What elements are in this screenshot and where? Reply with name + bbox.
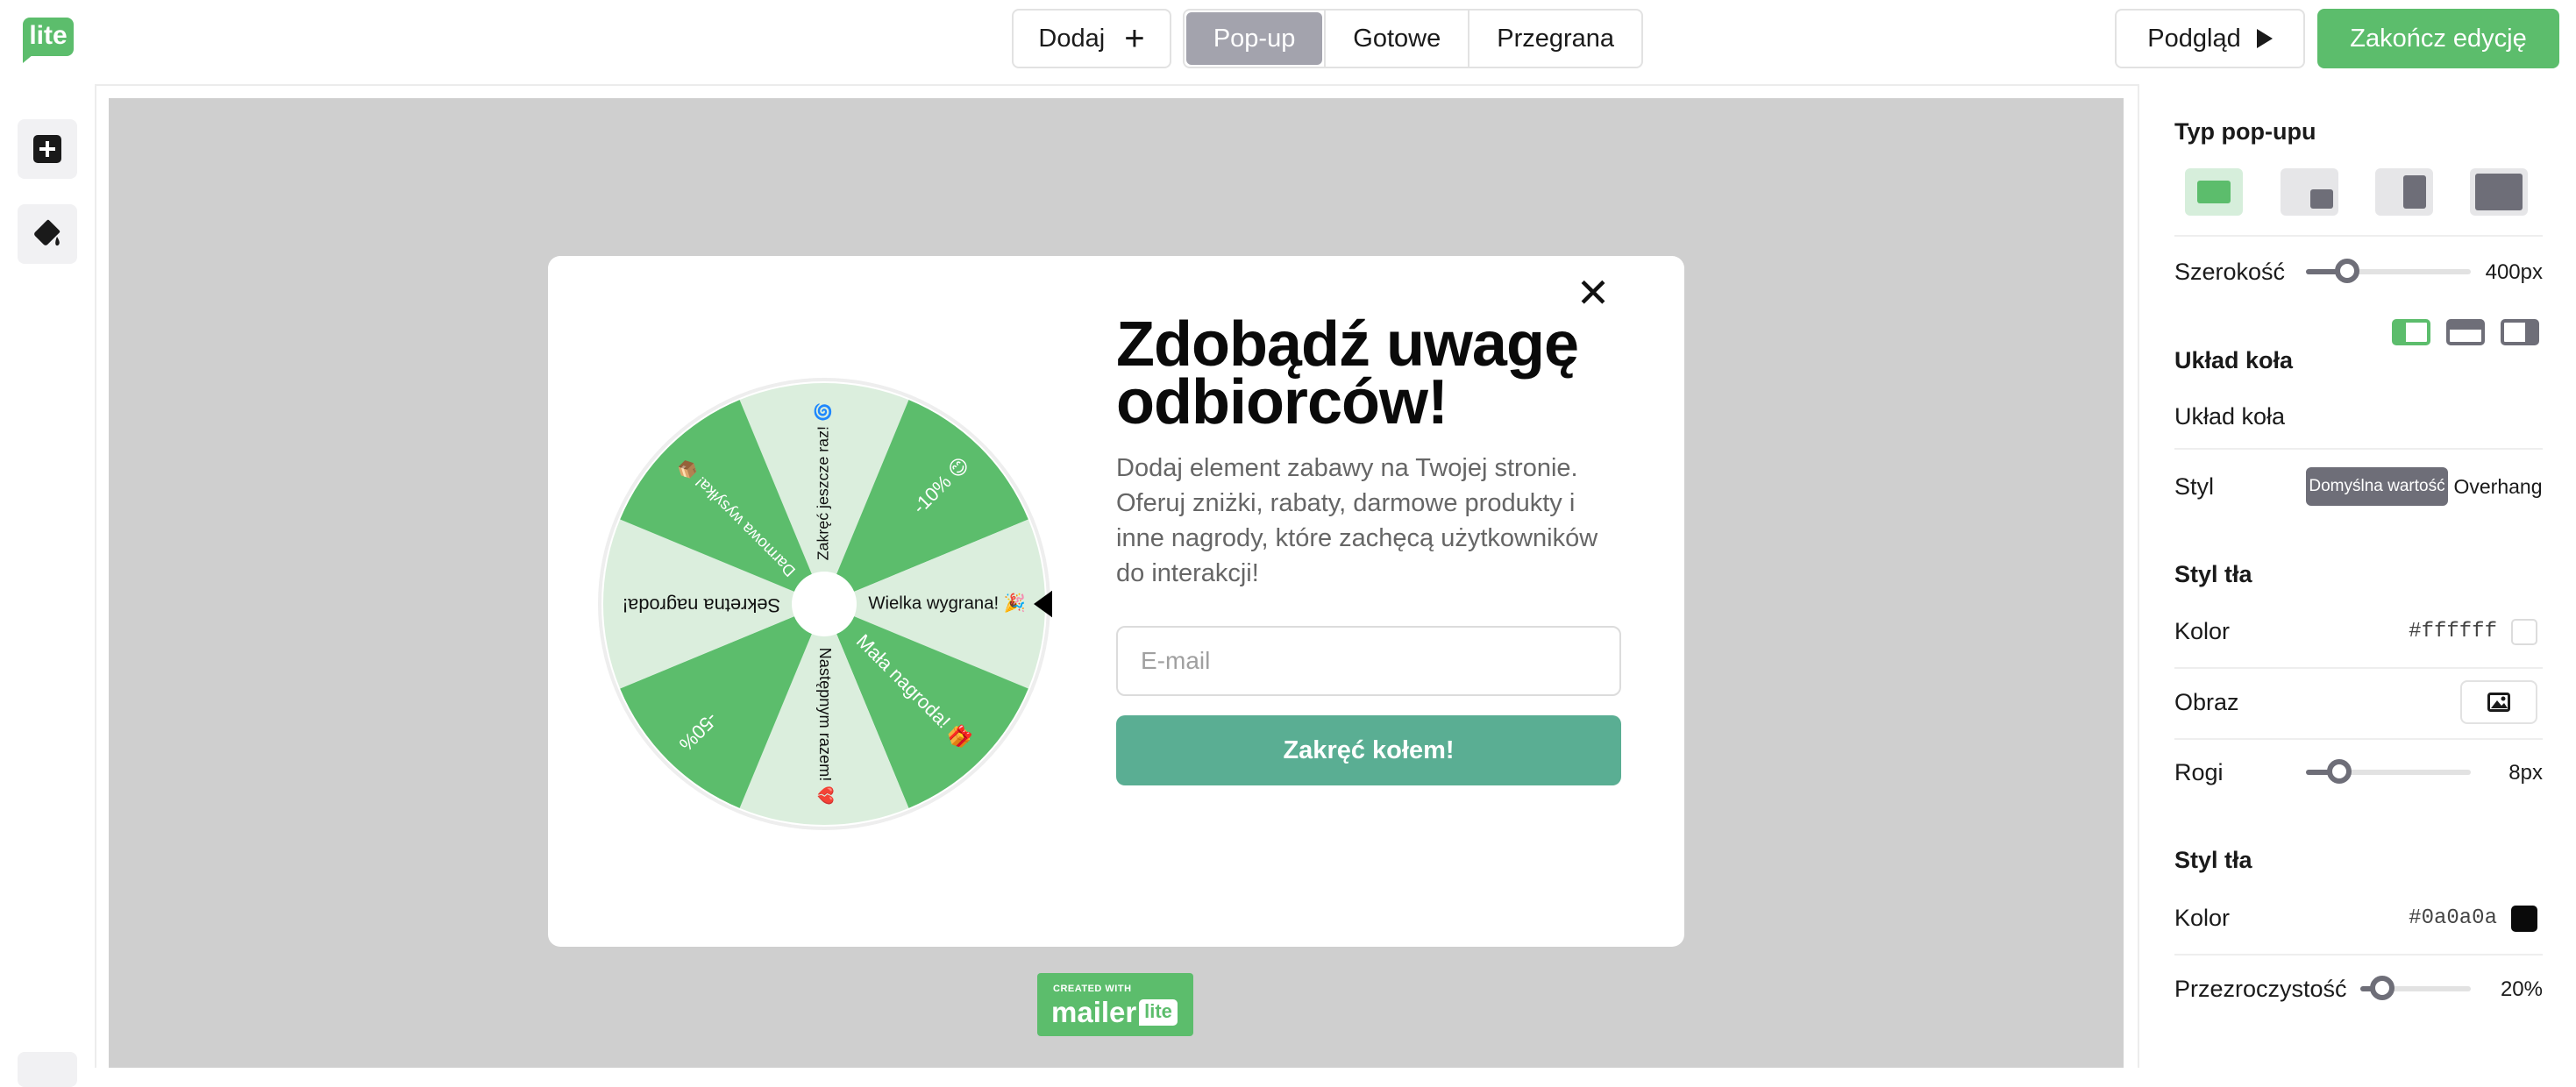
sidebar-bottom-button[interactable] (18, 1052, 77, 1087)
wheel-layout-top-option[interactable] (2446, 319, 2485, 345)
plus-icon: + (1124, 19, 1145, 58)
editor-canvas: ✕ Zakręć jeszcze raz! 🌀 -10% 😊 Wielka wygr… (109, 98, 2124, 1068)
spin-wheel-button[interactable]: Zakręć kołem! (1116, 715, 1621, 785)
plus-square-icon (33, 135, 61, 163)
divider (2174, 954, 2543, 956)
finish-editing-button[interactable]: Zakończ edycję (2317, 9, 2559, 68)
add-button[interactable]: Dodaj + (1012, 9, 1171, 68)
style-segmented-control: Domyślna wartość Overhang (2306, 467, 2548, 506)
opacity-slider-knob[interactable] (2370, 976, 2395, 1000)
popup-description: Dodaj element zabawy na Twojej stronie. … (1116, 454, 1598, 587)
add-button-label: Dodaj (1038, 24, 1106, 53)
popup-preview: ✕ Zakręć jeszcze raz! 🌀 -10% 😊 Wielka wygr… (548, 256, 1684, 947)
style-button[interactable] (18, 204, 77, 264)
style-option-default[interactable]: Domyślna wartość (2306, 467, 2448, 506)
style-label: Styl (2174, 473, 2215, 500)
wheel-layout-right-option[interactable] (2501, 319, 2539, 345)
wheel-segment-label: Następnym razem! 💔 (816, 648, 834, 806)
tab-lost[interactable]: Przegrana (1468, 11, 1641, 67)
overlay-color-value[interactable]: #0a0a0a (2385, 906, 2497, 930)
corners-slider-knob[interactable] (2326, 759, 2352, 784)
width-slider-knob[interactable] (2335, 259, 2359, 283)
wheel-layout-label: Układ koła (2174, 403, 2286, 430)
preview-button[interactable]: Podgląd (2115, 9, 2305, 68)
background-color-label: Kolor (2174, 618, 2231, 644)
image-icon (2487, 693, 2510, 712)
created-with-mailerlite-badge[interactable]: CREATED WITH mailer lite (1037, 973, 1193, 1036)
wheel-hub (792, 572, 857, 636)
opacity-slider[interactable] (2360, 976, 2471, 1000)
overlay-color-label: Kolor (2174, 905, 2231, 931)
background-style-heading: Styl tła (2174, 561, 2252, 587)
tab-popup[interactable]: Pop-up (1186, 12, 1323, 65)
left-sidebar (0, 84, 96, 1087)
badge-created-with: CREATED WITH (1053, 984, 1132, 994)
prize-wheel[interactable]: Zakręć jeszcze raz! 🌀 -10% 😊Wielka wygran… (596, 376, 1052, 832)
wheel-segment-label: Sekretna nagroda! (623, 594, 780, 616)
top-toolbar: lite Dodaj + Pop-up Gotowe Przegrana Pod… (0, 0, 2576, 86)
play-icon (2256, 29, 2273, 48)
background-image-button[interactable] (2460, 680, 2537, 724)
divider (2174, 235, 2543, 237)
tab-done[interactable]: Gotowe (1324, 11, 1468, 67)
divider (2174, 738, 2543, 740)
popup-type-modal[interactable] (2185, 168, 2243, 216)
popup-type-slide-in[interactable] (2281, 168, 2338, 216)
width-value: 400px (2485, 260, 2543, 284)
style-option-overhang[interactable]: Overhang (2448, 467, 2548, 506)
popup-type-heading: Typ pop-upu (2174, 118, 2316, 145)
popup-headline: Zdobądź uwagę odbiorców! (1116, 313, 1607, 434)
add-block-button[interactable] (18, 119, 77, 179)
divider (2174, 448, 2543, 450)
opacity-value: 20% (2500, 977, 2543, 1001)
background-color-swatch[interactable] (2511, 619, 2537, 645)
popup-type-fullscreen[interactable] (2470, 168, 2528, 216)
popup-type-sidebar[interactable] (2375, 168, 2433, 216)
corners-value: 8px (2508, 761, 2543, 785)
wheel-layout-heading: Układ koła (2174, 347, 2294, 373)
step-tabs: Pop-up Gotowe Przegrana (1183, 9, 1643, 68)
email-input[interactable] (1116, 626, 1621, 696)
width-label: Szerokość (2174, 259, 2286, 285)
overlay-style-heading: Styl tła (2174, 847, 2252, 873)
wheel-layout-left-option[interactable] (2392, 319, 2430, 345)
logo-tail (23, 54, 33, 63)
preview-button-label: Podgląd (2147, 24, 2241, 53)
background-image-label: Obraz (2174, 689, 2239, 715)
close-icon[interactable]: ✕ (1574, 273, 1612, 313)
corners-label: Rogi (2174, 759, 2224, 785)
headline-line-2: odbiorców! (1116, 367, 1448, 437)
opacity-label: Przezroczystość (2174, 976, 2347, 1002)
wheel-segment-label: Wielka wygrana! 🎉 (868, 592, 1026, 614)
overlay-color-swatch[interactable] (2511, 906, 2537, 932)
divider (2174, 667, 2543, 669)
background-color-value[interactable]: #ffffff (2385, 620, 2497, 643)
badge-brand: mailer (1051, 996, 1137, 1028)
paint-bucket-icon (34, 219, 60, 246)
wheel-segment-label: Zakręć jeszcze raz! 🌀 (814, 402, 832, 560)
badge-lite: lite (1139, 999, 1178, 1026)
corners-slider[interactable] (2306, 759, 2471, 784)
mailerlite-logo[interactable]: lite (23, 18, 74, 56)
width-slider[interactable] (2306, 259, 2471, 283)
